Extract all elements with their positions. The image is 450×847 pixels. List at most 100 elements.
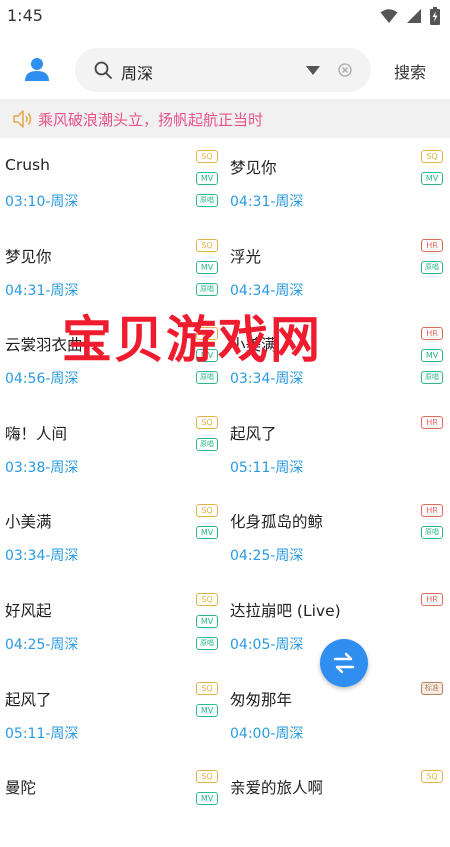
- song-title: 好风起: [5, 601, 52, 620]
- song-row: 曼陀 SQ MV 亲爱的旅人啊 SQ: [0, 758, 450, 847]
- dropdown-caret-icon[interactable]: [306, 66, 320, 75]
- song-duration-artist: 03:38-周深: [5, 459, 79, 476]
- clear-icon[interactable]: [338, 63, 352, 77]
- song-duration-artist: 03:34-周深: [5, 548, 79, 565]
- song-title: 嗨！人间: [5, 424, 68, 443]
- song-item[interactable]: 起风了 05:11-周深 SQ MV: [0, 670, 225, 758]
- song-item[interactable]: 嗨！人间 03:38-周深 SQ 原唱: [0, 404, 225, 492]
- song-title: 匆匆那年: [230, 690, 293, 709]
- mv-badge: MV: [196, 260, 218, 274]
- quality-badges: SQ MV 原唱: [196, 327, 218, 393]
- song-duration-artist: 04:00-周深: [230, 725, 304, 742]
- quality-badges: HR MV 原唱: [421, 327, 443, 393]
- quality-badges: SQ MV 原唱: [196, 238, 218, 305]
- song-row: Crush 03:10-周深 SQ MV 原唱 梦见你 04:31-周深 SQ MV: [0, 138, 450, 227]
- quality-badges: 标准: [421, 681, 443, 704]
- quality-badges: SQ MV: [421, 150, 443, 194]
- search-input[interactable]: 周深: [121, 60, 153, 84]
- hr-badge: HR: [421, 327, 443, 341]
- switch-fab-button[interactable]: [320, 639, 368, 687]
- sq-badge: SQ: [196, 150, 218, 163]
- song-title: 起风了: [5, 690, 52, 709]
- song-duration-artist: 03:10-周深: [5, 194, 79, 210]
- sq-badge: SQ: [421, 770, 443, 784]
- sq-badge: SQ: [196, 681, 218, 695]
- sq-badge: SQ: [196, 327, 218, 341]
- song-item[interactable]: 浮光 04:34-周深 HR 原唱: [225, 227, 450, 315]
- quality-badges: SQ MV 原唱: [196, 592, 218, 659]
- song-duration-artist: 03:34-周深: [230, 371, 304, 388]
- song-row: 嗨！人间 03:38-周深 SQ 原唱 起风了 05:11-周深 HR: [0, 404, 450, 493]
- song-title: 达拉崩吧 (Live): [230, 601, 341, 620]
- hr-badge: HR: [421, 238, 443, 252]
- song-item[interactable]: 起风了 05:11-周深 HR: [225, 404, 450, 492]
- song-item[interactable]: 好风起 04:25-周深 SQ MV 原唱: [0, 581, 225, 669]
- header: 周深 搜索: [0, 32, 450, 98]
- song-title: 梦见你: [5, 247, 52, 266]
- song-duration-artist: 04:25-周深: [230, 548, 304, 565]
- sq-badge: SQ: [196, 415, 218, 429]
- quality-badges: HR 原唱: [421, 504, 443, 548]
- song-item[interactable]: 梦见你 04:31-周深 SQ MV 原唱: [0, 227, 225, 315]
- mv-badge: MV: [196, 526, 218, 540]
- speaker-icon: [13, 110, 32, 128]
- quality-badges: SQ MV: [196, 770, 218, 814]
- hr-badge: HR: [421, 504, 443, 518]
- song-title: 梦见你: [230, 159, 277, 177]
- search-bar[interactable]: 周深: [75, 48, 371, 92]
- src-badge: 原唱: [196, 282, 218, 296]
- song-duration-artist: 04:31-周深: [230, 194, 304, 210]
- wifi-icon: [380, 9, 398, 23]
- signal-icon: [407, 9, 421, 23]
- song-title: 浮光: [230, 247, 262, 266]
- quality-badges: SQ MV: [196, 681, 218, 726]
- song-item[interactable]: Crush 03:10-周深 SQ MV 原唱: [0, 138, 225, 226]
- mv-badge: MV: [421, 349, 443, 363]
- src-badge: 原唱: [421, 260, 443, 274]
- quality-badges: SQ 原唱: [196, 415, 218, 460]
- mv-badge: MV: [196, 172, 218, 185]
- quality-badges: HR: [421, 415, 443, 438]
- status-bar: 1:45: [0, 0, 450, 32]
- song-duration-artist: 04:34-周深: [230, 282, 304, 299]
- mv-badge: MV: [196, 703, 218, 717]
- notice-text: 乘风破浪潮头立，扬帆起航正当时: [38, 111, 264, 129]
- song-item[interactable]: 亲爱的旅人啊 SQ: [225, 758, 450, 846]
- mv-badge: MV: [421, 172, 443, 185]
- status-time: 1:45: [7, 6, 43, 25]
- hr-badge: HR: [421, 415, 443, 429]
- song-item[interactable]: 小美满 03:34-周深 HR MV 原唱: [225, 315, 450, 403]
- search-button[interactable]: 搜索: [394, 59, 426, 83]
- song-row: 小美满 03:34-周深 SQ MV 化身孤岛的鲸 04:25-周深 HR 原唱: [0, 492, 450, 581]
- hr-badge: HR: [421, 592, 443, 606]
- song-item[interactable]: 梦见你 04:31-周深 SQ MV: [225, 138, 450, 226]
- user-avatar-icon[interactable]: [24, 56, 50, 82]
- song-title: 亲爱的旅人啊: [230, 779, 324, 798]
- song-row: 云裳羽衣曲 04:56-周深 SQ MV 原唱 小美满 03:34-周深 HR MV 原唱: [0, 315, 450, 404]
- song-duration-artist: 04:56-周深: [5, 371, 79, 388]
- src-badge: 原唱: [196, 437, 218, 451]
- src-badge: 原唱: [421, 526, 443, 540]
- song-title: 小美满: [5, 513, 52, 532]
- song-duration-artist: 05:11-周深: [230, 459, 304, 476]
- src-badge: 原唱: [196, 636, 218, 650]
- notice-bar: 乘风破浪潮头立，扬帆起航正当时: [0, 99, 450, 138]
- quality-badges: HR: [421, 592, 443, 615]
- quality-badges: HR 原唱: [421, 238, 443, 283]
- mv-badge: MV: [196, 349, 218, 363]
- song-item[interactable]: 化身孤岛的鲸 04:25-周深 HR 原唱: [225, 492, 450, 580]
- song-title: 小美满: [230, 336, 277, 355]
- song-item[interactable]: 曼陀 SQ MV: [0, 758, 225, 846]
- src-badge: 原唱: [196, 371, 218, 385]
- quality-badges: SQ: [421, 770, 443, 792]
- song-row: 起风了 05:11-周深 SQ MV 匆匆那年 04:00-周深 标准: [0, 670, 450, 759]
- song-item[interactable]: 云裳羽衣曲 04:56-周深 SQ MV 原唱: [0, 315, 225, 403]
- battery-icon: [430, 7, 440, 25]
- song-row: 好风起 04:25-周深 SQ MV 原唱 达拉崩吧 (Live) 04:05-周深 HR: [0, 581, 450, 670]
- song-item[interactable]: 小美满 03:34-周深 SQ MV: [0, 492, 225, 580]
- song-title: 曼陀: [5, 779, 37, 798]
- src-badge: 原唱: [196, 194, 218, 207]
- status-icons: [380, 7, 440, 25]
- song-title: 起风了: [230, 424, 277, 443]
- sq-badge: SQ: [196, 238, 218, 252]
